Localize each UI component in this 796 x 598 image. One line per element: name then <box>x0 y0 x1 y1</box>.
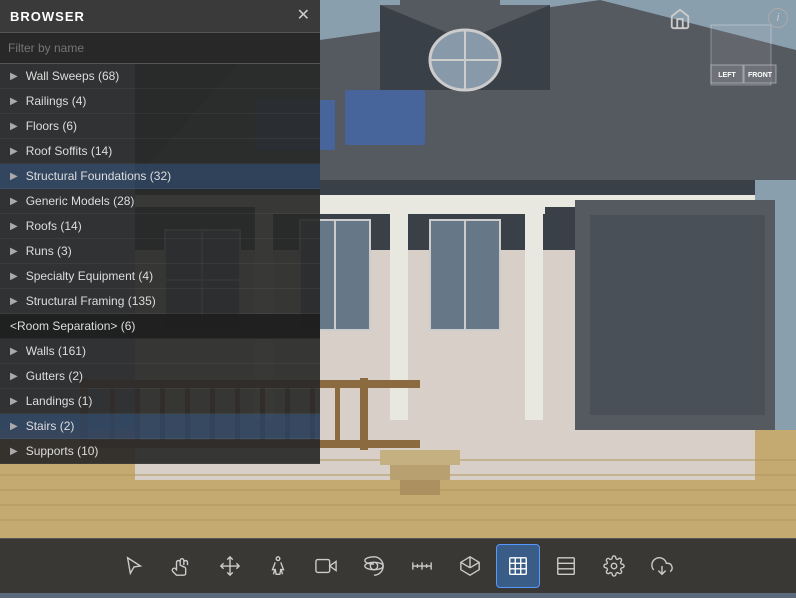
expand-arrow: ▶ <box>10 96 18 107</box>
list-item-generic-models[interactable]: ▶ Generic Models (28) <box>0 189 320 214</box>
item-label: Structural Framing (135) <box>26 294 156 308</box>
expand-arrow: ▶ <box>10 421 18 432</box>
info-button[interactable]: i <box>768 8 788 28</box>
list-item-gutters[interactable]: ▶ Gutters (2) <box>0 364 320 389</box>
toolbar <box>0 538 796 593</box>
item-label: Supports (10) <box>26 444 99 458</box>
browser-list: ▶ Wall Sweeps (68) ▶ Railings (4) ▶ Floo… <box>0 64 320 464</box>
item-label: Landings (1) <box>26 394 93 408</box>
list-item-railings[interactable]: ▶ Railings (4) <box>0 89 320 114</box>
list-item-roofs[interactable]: ▶ Roofs (14) <box>0 214 320 239</box>
list-item-floors[interactable]: ▶ Floors (6) <box>0 114 320 139</box>
expand-arrow: ▶ <box>10 121 18 132</box>
orbit-tool-button[interactable] <box>352 544 396 588</box>
item-label: Structural Foundations (32) <box>26 169 171 183</box>
list-item-landings[interactable]: ▶ Landings (1) <box>0 389 320 414</box>
list-item-roof-soffits[interactable]: ▶ Roof Soffits (14) <box>0 139 320 164</box>
expand-arrow: ▶ <box>10 296 18 307</box>
expand-arrow: ▶ <box>10 146 18 157</box>
item-label: Specialty Equipment (4) <box>26 269 153 283</box>
list-item-wall-sweeps[interactable]: ▶ Wall Sweeps (68) <box>0 64 320 89</box>
browser-search-input[interactable] <box>8 41 312 55</box>
walk-tool-button[interactable] <box>256 544 300 588</box>
browser-close-button[interactable]: ✕ <box>297 8 310 24</box>
select-tool-button[interactable] <box>112 544 156 588</box>
pan-tool-button[interactable] <box>160 544 204 588</box>
plan-tool-button[interactable] <box>544 544 588 588</box>
camera-tool-button[interactable] <box>304 544 348 588</box>
settings-tool-button[interactable] <box>592 544 636 588</box>
browser-title: BROWSER <box>10 9 85 24</box>
list-item-structural-framing[interactable]: ▶ Structural Framing (135) <box>0 289 320 314</box>
list-item-specialty-equipment[interactable]: ▶ Specialty Equipment (4) <box>0 264 320 289</box>
item-label: Stairs (2) <box>26 419 75 433</box>
expand-arrow: ▶ <box>10 346 18 357</box>
item-label: Runs (3) <box>26 244 72 258</box>
svg-text:LEFT: LEFT <box>718 72 736 79</box>
svg-text:FRONT: FRONT <box>748 72 773 79</box>
browser-search-area <box>0 33 320 64</box>
list-item-structural-foundations[interactable]: ▶ Structural Foundations (32) <box>0 164 320 189</box>
expand-arrow: ▶ <box>10 171 18 182</box>
measure-tool-button[interactable] <box>400 544 444 588</box>
browser-panel: BROWSER ✕ ▶ Wall Sweeps (68) ▶ Railings … <box>0 0 320 464</box>
expand-arrow: ▶ <box>10 196 18 207</box>
item-label: Roof Soffits (14) <box>26 144 112 158</box>
expand-arrow: ▶ <box>10 246 18 257</box>
expand-arrow: ▶ <box>10 71 18 82</box>
item-label: Generic Models (28) <box>26 194 135 208</box>
item-label: Walls (161) <box>26 344 86 358</box>
expand-arrow: ▶ <box>10 221 18 232</box>
expand-arrow: ▶ <box>10 371 18 382</box>
list-item-stairs[interactable]: ▶ Stairs (2) <box>0 414 320 439</box>
item-label: Railings (4) <box>26 94 87 108</box>
item-label: Wall Sweeps (68) <box>26 69 120 83</box>
move-tool-button[interactable] <box>208 544 252 588</box>
expand-arrow: ▶ <box>10 271 18 282</box>
box-tool-button[interactable] <box>448 544 492 588</box>
list-item-walls[interactable]: ▶ Walls (161) <box>0 339 320 364</box>
room-separation-header: <Room Separation> (6) <box>0 314 320 339</box>
export-tool-button[interactable] <box>640 544 684 588</box>
list-item-supports[interactable]: ▶ Supports (10) <box>0 439 320 464</box>
browser-header: BROWSER ✕ <box>0 0 320 33</box>
item-label: Roofs (14) <box>26 219 82 233</box>
item-label: Floors (6) <box>26 119 77 133</box>
item-label: Gutters (2) <box>26 369 83 383</box>
home-button[interactable] <box>669 8 691 36</box>
list-item-runs[interactable]: ▶ Runs (3) <box>0 239 320 264</box>
section-box-tool-button[interactable] <box>496 544 540 588</box>
expand-arrow: ▶ <box>10 396 18 407</box>
expand-arrow: ▶ <box>10 446 18 457</box>
